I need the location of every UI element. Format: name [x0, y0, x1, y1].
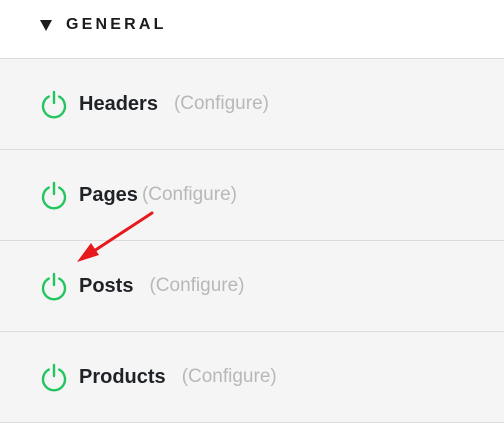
module-name: Pages: [79, 183, 138, 206]
section-header-general[interactable]: GENERAL: [0, 0, 504, 59]
module-row-posts[interactable]: Posts (Configure): [0, 241, 504, 332]
module-name: Posts: [79, 274, 134, 297]
power-icon[interactable]: [39, 180, 69, 210]
module-name: Headers: [79, 92, 158, 115]
module-list: Headers (Configure) Pages (Configure) Po…: [0, 59, 504, 423]
configure-link[interactable]: (Configure): [142, 184, 237, 206]
triangle-down-icon: [40, 20, 52, 31]
power-icon[interactable]: [39, 271, 69, 301]
module-name: Products: [79, 365, 166, 388]
configure-link[interactable]: (Configure): [174, 93, 269, 115]
configure-link[interactable]: (Configure): [149, 275, 244, 297]
module-settings-panel: GENERAL Headers (Configure) Pages (Confi…: [0, 0, 504, 423]
power-icon[interactable]: [39, 362, 69, 392]
module-row-headers[interactable]: Headers (Configure): [0, 59, 504, 150]
section-title: GENERAL: [66, 16, 167, 33]
configure-link[interactable]: (Configure): [182, 366, 277, 388]
module-row-products[interactable]: Products (Configure): [0, 332, 504, 423]
module-row-pages[interactable]: Pages (Configure): [0, 150, 504, 241]
power-icon[interactable]: [39, 89, 69, 119]
